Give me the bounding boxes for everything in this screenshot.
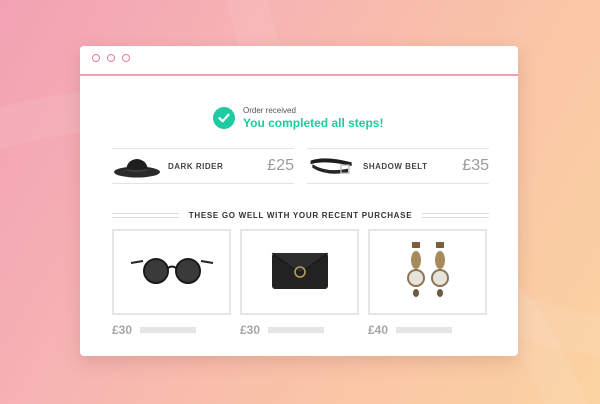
belt-icon	[307, 151, 357, 181]
product-card[interactable]	[240, 229, 359, 315]
placeholder-bar	[396, 327, 453, 333]
status-text: Order received You completed all steps!	[243, 106, 383, 130]
purchase-item[interactable]: SHADOW BELT £35	[307, 148, 489, 184]
purchase-name: DARK RIDER	[168, 161, 224, 171]
card-price-row: £30	[112, 323, 197, 337]
product-card[interactable]	[368, 229, 487, 315]
card-price: £30	[112, 323, 133, 337]
check-icon	[213, 107, 235, 129]
product-card[interactable]	[112, 229, 231, 315]
sunglasses-icon	[129, 255, 215, 290]
wallet-icon	[269, 247, 331, 298]
card-price: £30	[240, 323, 261, 337]
window-control-dot[interactable]	[92, 54, 100, 62]
recommendations-title: THESE GO WELL WITH YOUR RECENT PURCHASE	[188, 211, 413, 220]
hat-icon	[112, 151, 162, 181]
earrings-icon	[405, 238, 451, 307]
browser-window: Order received You completed all steps! …	[80, 46, 518, 356]
divider	[112, 213, 179, 218]
window-control-dot[interactable]	[122, 54, 130, 62]
window-titlebar	[80, 46, 518, 76]
status-title: You completed all steps!	[243, 116, 384, 130]
placeholder-bar	[140, 327, 197, 333]
order-status: Order received You completed all steps!	[213, 106, 383, 130]
card-price-row: £40	[368, 323, 453, 337]
purchase-item[interactable]: DARK RIDER £25	[112, 148, 294, 184]
placeholder-bar	[268, 327, 325, 333]
purchase-price: £25	[267, 157, 294, 174]
recommendations-header: THESE GO WELL WITH YOUR RECENT PURCHASE	[112, 211, 489, 220]
window-controls	[92, 54, 130, 62]
card-price-row: £30	[240, 323, 325, 337]
divider	[422, 213, 489, 218]
purchase-price: £35	[462, 157, 489, 174]
window-control-dot[interactable]	[107, 54, 115, 62]
status-subtitle: Order received	[243, 106, 296, 115]
card-price: £40	[368, 323, 389, 337]
purchase-name: SHADOW BELT	[363, 161, 428, 171]
